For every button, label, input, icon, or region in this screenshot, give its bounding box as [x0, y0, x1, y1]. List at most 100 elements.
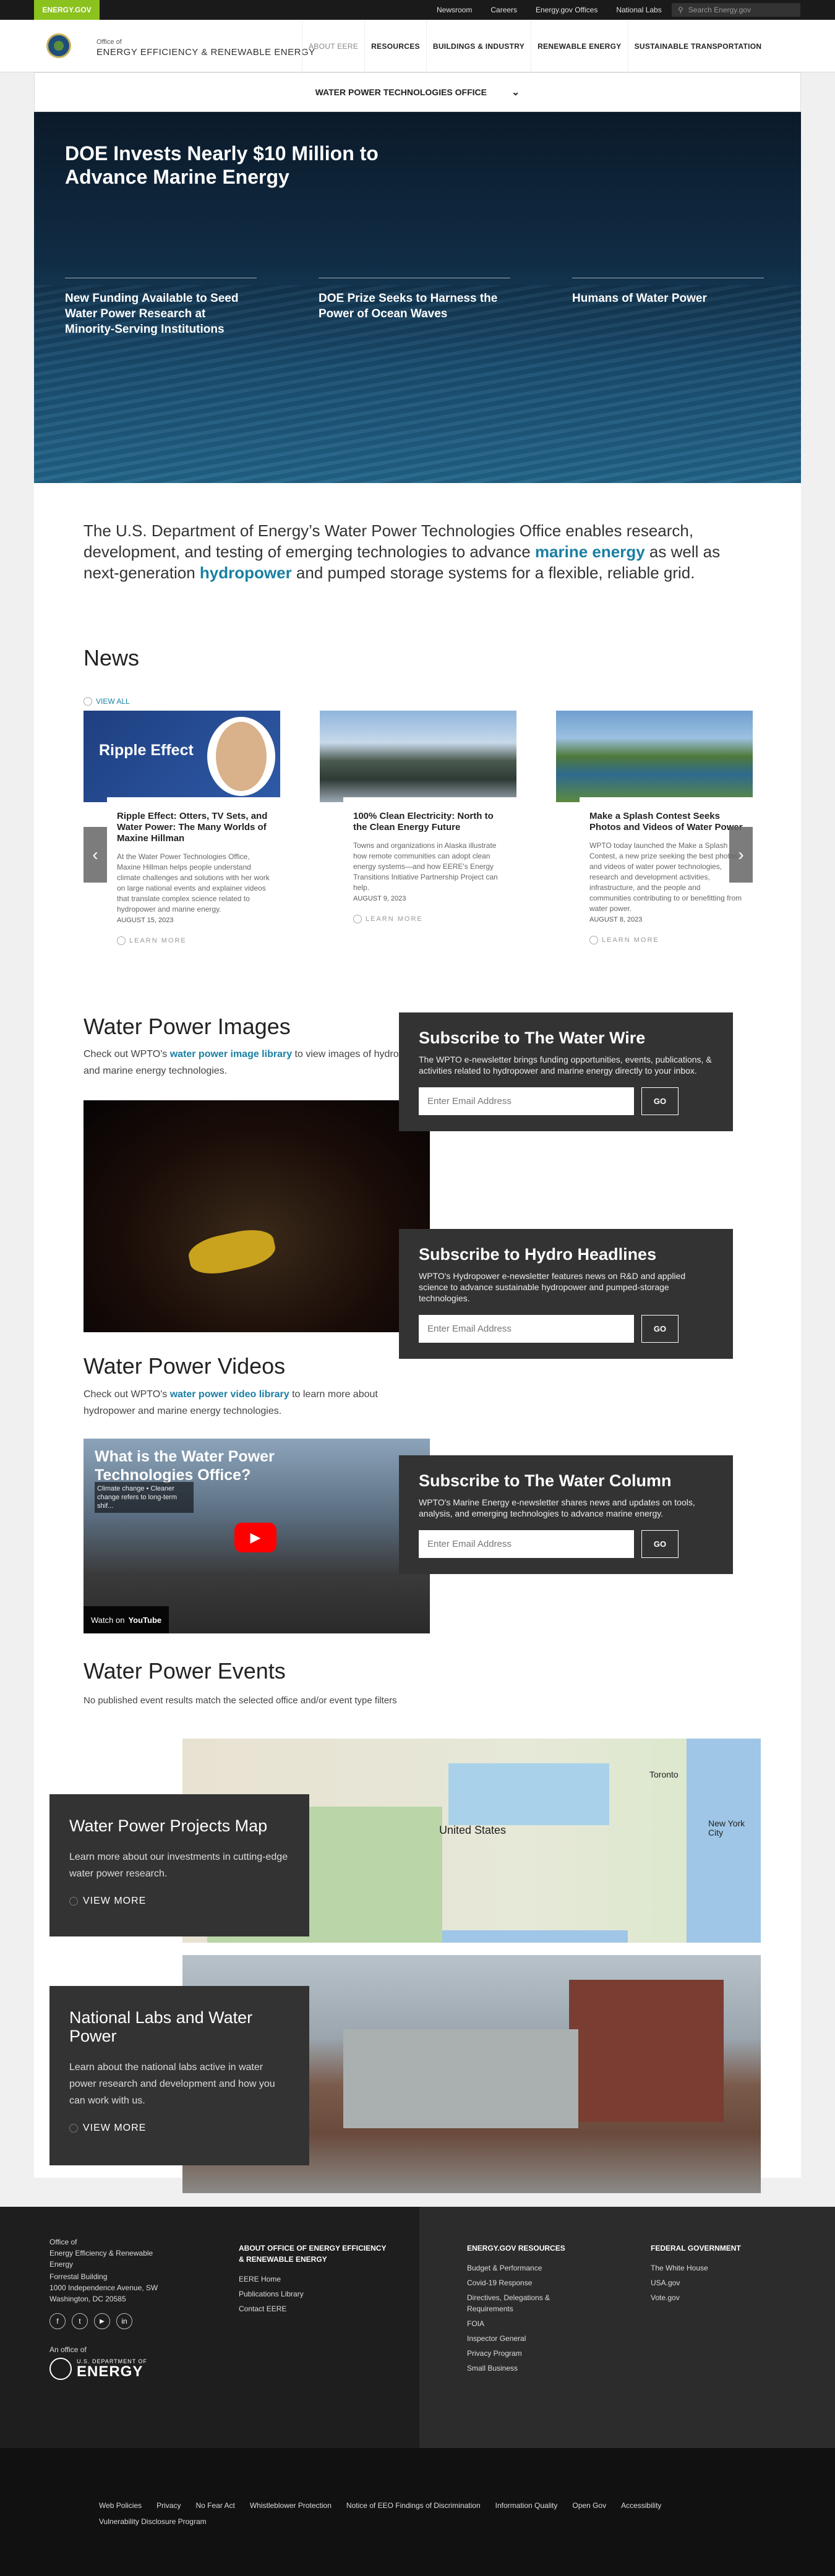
learn-more-link[interactable]: LEARN MORE [589, 936, 743, 944]
site-search-input[interactable]: ⚲ Search Energy.gov [672, 3, 800, 17]
subscribe-description: The WPTO e-newsletter brings funding opp… [419, 1055, 712, 1076]
hero-headline[interactable]: DOE Invests Nearly $10 Million to Advanc… [65, 142, 411, 189]
footer-link[interactable]: Inspector General [467, 2333, 526, 2344]
subscribe-water-wire-panel: Subscribe to The Water Wire The WPTO e-n… [399, 1012, 733, 1131]
footer-link[interactable]: Vote.gov [651, 2292, 680, 2303]
footer-link[interactable]: Budget & Performance [467, 2262, 542, 2274]
legal-link[interactable]: Web Policies [99, 2501, 142, 2510]
marine-energy-link[interactable]: marine energy [535, 542, 645, 561]
eere-seal-logo[interactable] [46, 33, 71, 58]
carousel-next-button[interactable]: › [729, 827, 753, 883]
utility-links: Newsroom Careers Energy.gov Offices Nati… [437, 0, 662, 20]
gulf-shape [442, 1930, 628, 1943]
legal-link[interactable]: Accessibility [621, 2501, 661, 2510]
news-title[interactable]: Make a Splash Contest Seeks Photos and V… [589, 811, 743, 833]
videos-paragraph: Check out WPTO's water power video libra… [84, 1389, 378, 1416]
email-input[interactable]: Enter Email Address [419, 1530, 634, 1558]
legal-link[interactable]: Information Quality [495, 2501, 558, 2510]
map-ocean [687, 1739, 761, 1943]
feature-title: Water Power Projects Map [69, 1816, 268, 1835]
hero-banner: DOE Invests Nearly $10 Million to Advanc… [34, 112, 801, 483]
office-subnav[interactable]: WATER POWER TECHNOLOGIES OFFICE ⌄ [34, 72, 801, 112]
video-library-link[interactable]: water power video library [170, 1389, 289, 1400]
energy-gov-link[interactable]: ENERGY.GOV [34, 0, 100, 20]
footer-link[interactable]: USA.gov [651, 2277, 680, 2288]
chevron-right-icon: › [738, 845, 744, 864]
events-empty-message: No published event results match the sel… [84, 1695, 397, 1706]
office-name-link[interactable]: ENERGY EFFICIENCY & RENEWABLE ENERGY [96, 47, 315, 58]
news-heading: News [84, 645, 140, 670]
news-image-ripple: Ripple Effect [84, 711, 280, 802]
legal-link[interactable]: Vulnerability Disclosure Program [99, 2517, 207, 2526]
learn-more-link[interactable]: LEARN MORE [117, 936, 270, 945]
search-placeholder: Search Energy.gov [688, 6, 751, 14]
nav-sustainable-transportation[interactable]: SUSTAINABLE TRANSPORTATION [627, 20, 768, 72]
projects-map-feature-card[interactable]: Water Power Projects Map Learn more abou… [49, 1794, 309, 1936]
play-button[interactable]: ▶ [234, 1523, 276, 1552]
doe-logo-link[interactable]: U.S. DEPARTMENT OF ENERGY [49, 2358, 147, 2380]
footer-office-name[interactable]: Energy Efficiency & Renewable Energy [49, 2248, 155, 2270]
legal-link[interactable]: Notice of EEO Findings of Discrimination [346, 2501, 481, 2510]
subscribe-title: Subscribe to The Water Column [419, 1471, 672, 1490]
go-button[interactable]: GO [641, 1087, 679, 1115]
legal-link[interactable]: Privacy [156, 2501, 181, 2510]
news-title[interactable]: 100% Clean Electricity: North to the Cle… [353, 811, 507, 833]
carousel-prev-button[interactable]: ‹ [84, 827, 107, 883]
nav-buildings-industry[interactable]: BUILDINGS & INDUSTRY [426, 20, 531, 72]
facebook-icon[interactable]: f [49, 2313, 66, 2329]
footer-link[interactable]: Contact EERE [239, 2303, 286, 2314]
news-card[interactable]: Make a Splash Contest Seeks Photos and V… [556, 711, 753, 944]
learn-more-link[interactable]: LEARN MORE [353, 915, 507, 923]
newsroom-link[interactable]: Newsroom [437, 6, 472, 14]
footer-link[interactable]: Privacy Program [467, 2348, 522, 2359]
doe-big-text: ENERGY [77, 2363, 143, 2380]
footer-link[interactable]: Small Business [467, 2363, 518, 2374]
legal-link[interactable]: Whistleblower Protection [250, 2501, 332, 2510]
twitter-icon[interactable]: t [72, 2313, 88, 2329]
water-power-image[interactable] [84, 1100, 430, 1332]
footer-address-line: Washington, DC 20585 [49, 2295, 126, 2303]
image-library-link[interactable]: water power image library [170, 1049, 292, 1059]
news-title[interactable]: Ripple Effect: Otters, TV Sets, and Wate… [117, 811, 270, 844]
legal-link[interactable]: No Fear Act [195, 2501, 234, 2510]
video-player[interactable]: What is the Water Power Technologies Off… [84, 1439, 430, 1633]
news-card[interactable]: Ripple Effect Ripple Effect: Otters, TV … [84, 711, 280, 945]
view-more-link[interactable]: VIEW MORE [69, 1896, 289, 1907]
nav-renewable-energy[interactable]: RENEWABLE ENERGY [531, 20, 627, 72]
view-all-news-link[interactable]: VIEW ALL [84, 697, 130, 706]
national-labs-link[interactable]: National Labs [616, 6, 661, 14]
go-button[interactable]: GO [641, 1530, 679, 1558]
youtube-icon[interactable]: ▶ [94, 2313, 110, 2329]
footer-address-line: Forrestal Building [49, 2272, 108, 2281]
nav-about-eere[interactable]: ABOUT EERE [302, 20, 364, 72]
hero-card-prize[interactable]: DOE Prize Seeks to Harness the Power of … [319, 278, 510, 322]
view-more-link[interactable]: VIEW MORE [69, 2123, 289, 2134]
footer-link[interactable]: FOIA [467, 2318, 484, 2329]
map-label-city: New York City [708, 1818, 745, 1838]
footer-link[interactable]: The White House [651, 2262, 708, 2274]
footer-link[interactable]: Publications Library [239, 2288, 304, 2300]
go-button[interactable]: GO [641, 1315, 679, 1343]
footer-link[interactable]: EERE Home [239, 2274, 281, 2285]
hero-card-humans[interactable]: Humans of Water Power [572, 278, 764, 306]
offices-link[interactable]: Energy.gov Offices [536, 6, 597, 14]
linkedin-icon[interactable]: in [116, 2313, 132, 2329]
search-icon: ⚲ [678, 6, 683, 14]
hero-card-funding[interactable]: New Funding Available to Seed Water Powe… [65, 278, 257, 337]
careers-link[interactable]: Careers [490, 6, 517, 14]
hydropower-link[interactable]: hydropower [200, 563, 292, 582]
email-input[interactable]: Enter Email Address [419, 1087, 634, 1115]
news-card[interactable]: 100% Clean Electricity: North to the Cle… [320, 711, 516, 923]
lab-building-shape [569, 1980, 724, 2122]
footer-link[interactable]: Covid-19 Response [467, 2277, 532, 2288]
images-paragraph: Check out WPTO's water power image libra… [84, 1049, 426, 1076]
news-image-alaska [320, 711, 516, 802]
social-links: f t ▶ in [49, 2313, 132, 2329]
watch-on-youtube-button[interactable]: Watch on YouTube [84, 1606, 169, 1633]
footer-office-of: Office of [49, 2238, 77, 2246]
legal-link[interactable]: Open Gov [572, 2501, 606, 2510]
footer-link[interactable]: Directives, Delegations & Requirements [467, 2292, 578, 2314]
national-labs-feature-card[interactable]: National Labs and Water Power Learn abou… [49, 1986, 309, 2165]
email-input[interactable]: Enter Email Address [419, 1315, 634, 1343]
nav-resources[interactable]: RESOURCES [364, 20, 426, 72]
